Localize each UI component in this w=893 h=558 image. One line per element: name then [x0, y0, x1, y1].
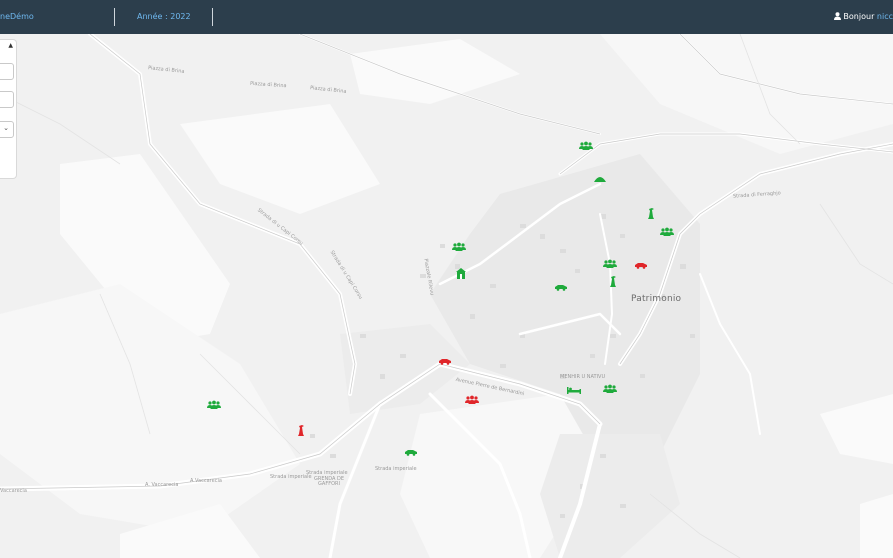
filter-input[interactable] [0, 91, 14, 108]
group-marker-green[interactable] [603, 384, 617, 394]
car-marker-green[interactable] [404, 448, 418, 458]
user-icon [833, 12, 841, 22]
tent-marker-green[interactable] [594, 175, 608, 185]
statue-marker-red[interactable] [296, 425, 310, 436]
map-base-layer [0, 34, 893, 558]
road-label: A. Vaccarecia [145, 482, 179, 488]
chevron-down-icon: ⌄ [3, 124, 9, 132]
filter-panel: ▲ ⌄ [0, 39, 17, 179]
place-label-menhir: MENHIR U NATIVU [560, 374, 606, 380]
road-label: Strada imperiale [306, 470, 348, 476]
statue-marker-green[interactable] [608, 276, 622, 287]
app-brand-link[interactable]: neDémo [0, 12, 34, 21]
car-marker-green[interactable] [554, 283, 568, 293]
group-marker-green[interactable] [452, 242, 466, 252]
statue-marker-green[interactable] [646, 208, 660, 219]
nav-divider [114, 8, 115, 26]
road-label: Vaccarecia [0, 488, 27, 494]
group-marker-green[interactable] [579, 141, 593, 151]
car-marker-red[interactable] [438, 357, 452, 367]
car-marker-red[interactable] [634, 261, 648, 271]
filter-select[interactable]: ⌄ [0, 121, 14, 138]
place-label-grenda: GRENDA DE GAFFORI [313, 476, 345, 487]
username-text: nicc [876, 12, 893, 21]
year-selector[interactable]: Année : 2022 [137, 12, 191, 21]
monument-marker-green[interactable] [456, 268, 470, 279]
greeting-text: Bonjour [843, 12, 875, 21]
road-label: A Vaccarecia [190, 478, 222, 484]
nav-divider [212, 8, 213, 26]
group-marker-green[interactable] [207, 400, 221, 410]
town-label: Patrimonio [631, 294, 682, 304]
map-view[interactable]: Patrimonio Vaccarecia A. Vaccarecia A Va… [0, 34, 893, 558]
user-menu[interactable]: Bonjour nicc [833, 12, 893, 22]
collapse-caret-icon[interactable]: ▲ [8, 42, 13, 49]
group-marker-green[interactable] [603, 259, 617, 269]
top-navigation-bar: neDémo Année : 2022 Bonjour nicc [0, 0, 893, 34]
group-marker-red[interactable] [465, 395, 479, 405]
bed-marker-green[interactable] [567, 386, 581, 396]
road-label: Strada imperiale [375, 466, 417, 472]
filter-input[interactable] [0, 63, 14, 80]
group-marker-green[interactable] [660, 227, 674, 237]
